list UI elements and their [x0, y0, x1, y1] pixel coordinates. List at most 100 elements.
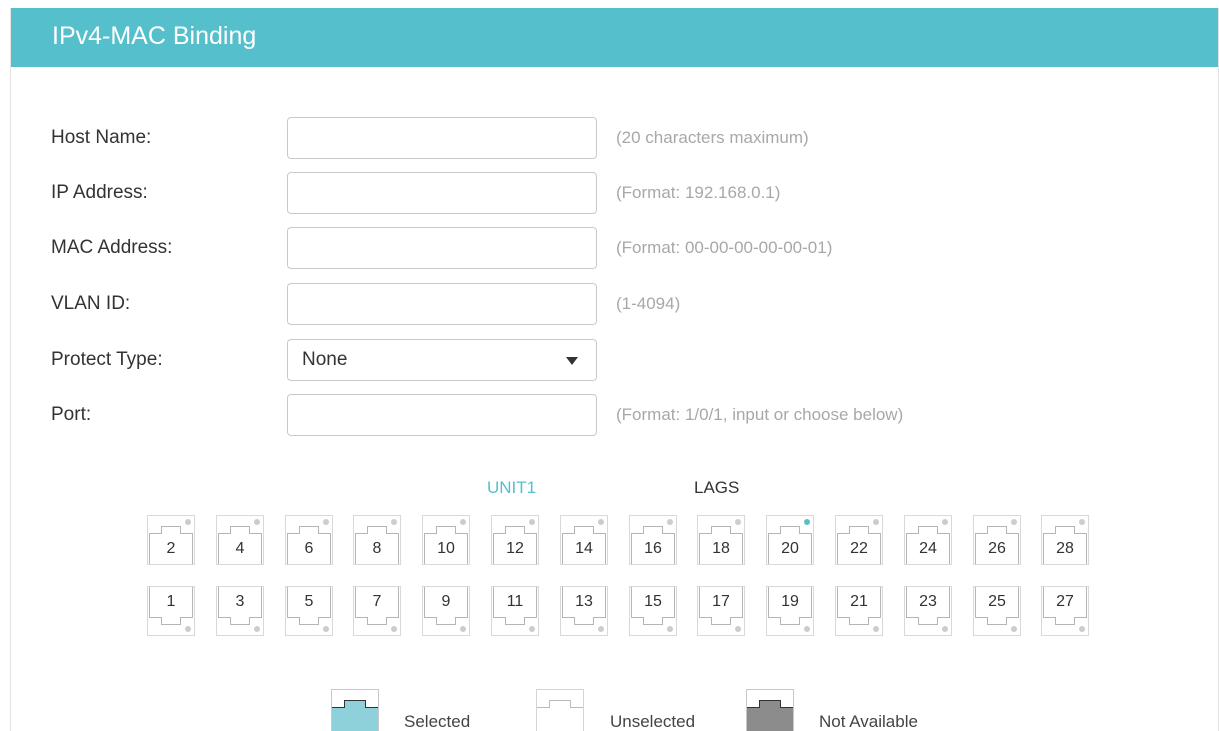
link-status-dot	[391, 519, 397, 525]
port-input[interactable]	[287, 394, 597, 436]
port-number: 24	[919, 540, 937, 557]
legend-selected-label: Selected	[404, 712, 471, 731]
port-number: 11	[506, 593, 524, 610]
link-status-dot	[804, 519, 810, 525]
tab-unit1[interactable]: UNIT1	[487, 478, 536, 498]
port-26[interactable]: 26	[973, 515, 1021, 565]
port-number: 7	[372, 593, 382, 610]
link-status-dot	[185, 626, 191, 632]
protect-type-row: Protect Type: None	[51, 339, 1151, 381]
port-15[interactable]: 15	[629, 586, 677, 636]
link-status-dot	[391, 626, 397, 632]
mac-address-row: MAC Address: (Format: 00-00-00-00-00-01)	[51, 227, 1151, 269]
host-name-hint: (20 characters maximum)	[616, 128, 809, 147]
port-unselected-icon	[536, 689, 584, 731]
port-7[interactable]: 7	[353, 586, 401, 636]
port-28[interactable]: 28	[1041, 515, 1089, 565]
port-1[interactable]: 1	[147, 586, 195, 636]
vlan-id-label: VLAN ID:	[51, 293, 131, 314]
panel-title: IPv4-MAC Binding	[11, 8, 1218, 67]
host-name-row: Host Name: (20 characters maximum)	[51, 117, 1151, 159]
port-14[interactable]: 14	[560, 515, 608, 565]
port-number: 9	[441, 593, 451, 610]
binding-panel: IPv4-MAC Binding Host Name: (20 characte…	[10, 8, 1219, 731]
link-status-dot	[254, 626, 260, 632]
host-name-input[interactable]	[287, 117, 597, 159]
port-12[interactable]: 12	[491, 515, 539, 565]
port-17[interactable]: 17	[697, 586, 745, 636]
port-10[interactable]: 10	[422, 515, 470, 565]
ip-address-label: IP Address:	[51, 182, 148, 203]
port-row: Port: (Format: 1/0/1, input or choose be…	[51, 394, 1151, 436]
legend-not-available: Not Available	[746, 689, 918, 731]
port-6[interactable]: 6	[285, 515, 333, 565]
link-status-dot	[460, 519, 466, 525]
port-13[interactable]: 13	[560, 586, 608, 636]
link-status-dot	[667, 626, 673, 632]
mac-address-input[interactable]	[287, 227, 597, 269]
protect-type-select[interactable]: None	[287, 339, 597, 381]
link-status-dot	[529, 519, 535, 525]
host-name-label: Host Name:	[51, 127, 152, 148]
link-status-dot	[735, 519, 741, 525]
port-23[interactable]: 23	[904, 586, 952, 636]
port-number: 4	[235, 540, 245, 557]
port-number: 19	[781, 593, 799, 610]
port-3[interactable]: 3	[216, 586, 264, 636]
port-21[interactable]: 21	[835, 586, 883, 636]
link-status-dot	[942, 519, 948, 525]
link-status-dot	[1011, 626, 1017, 632]
port-number: 15	[644, 593, 662, 610]
link-status-dot	[460, 626, 466, 632]
link-status-dot	[735, 626, 741, 632]
link-status-dot	[254, 519, 260, 525]
port-11[interactable]: 11	[491, 586, 539, 636]
port-8[interactable]: 8	[353, 515, 401, 565]
link-status-dot	[804, 626, 810, 632]
port-27[interactable]: 27	[1041, 586, 1089, 636]
port-number: 22	[850, 540, 868, 557]
link-status-dot	[598, 626, 604, 632]
port-18[interactable]: 18	[697, 515, 745, 565]
link-status-dot	[323, 626, 329, 632]
ip-address-input[interactable]	[287, 172, 597, 214]
port-25[interactable]: 25	[973, 586, 1021, 636]
tab-lags[interactable]: LAGS	[694, 478, 739, 498]
port-number: 26	[988, 540, 1006, 557]
link-status-dot	[1079, 626, 1085, 632]
vlan-id-input[interactable]	[287, 283, 597, 325]
mac-address-label: MAC Address:	[51, 237, 173, 258]
port-number: 18	[712, 540, 730, 557]
legend-not-available-label: Not Available	[819, 712, 918, 731]
port-9[interactable]: 9	[422, 586, 470, 636]
port-16[interactable]: 16	[629, 515, 677, 565]
link-status-dot	[529, 626, 535, 632]
port-24[interactable]: 24	[904, 515, 952, 565]
port-number: 8	[372, 540, 382, 557]
legend-unselected: Unselected	[536, 689, 695, 731]
port-number: 12	[506, 540, 524, 557]
port-number: 5	[304, 593, 314, 610]
port-number: 1	[166, 593, 176, 610]
link-status-dot	[323, 519, 329, 525]
mac-address-hint: (Format: 00-00-00-00-00-01)	[616, 238, 833, 257]
port-4[interactable]: 4	[216, 515, 264, 565]
port-number: 14	[575, 540, 593, 557]
port-number: 10	[437, 540, 455, 557]
port-number: 17	[712, 593, 730, 610]
port-19[interactable]: 19	[766, 586, 814, 636]
port-number: 28	[1056, 540, 1074, 557]
port-20[interactable]: 20	[766, 515, 814, 565]
port-5[interactable]: 5	[285, 586, 333, 636]
port-label: Port:	[51, 404, 92, 425]
port-22[interactable]: 22	[835, 515, 883, 565]
link-status-dot	[185, 519, 191, 525]
port-number: 20	[781, 540, 799, 557]
chevron-down-icon	[566, 357, 578, 365]
port-number: 23	[919, 593, 937, 610]
port-number: 13	[575, 593, 593, 610]
protect-type-value: None	[302, 349, 348, 370]
link-status-dot	[1079, 519, 1085, 525]
port-2[interactable]: 2	[147, 515, 195, 565]
port-number: 2	[166, 540, 176, 557]
